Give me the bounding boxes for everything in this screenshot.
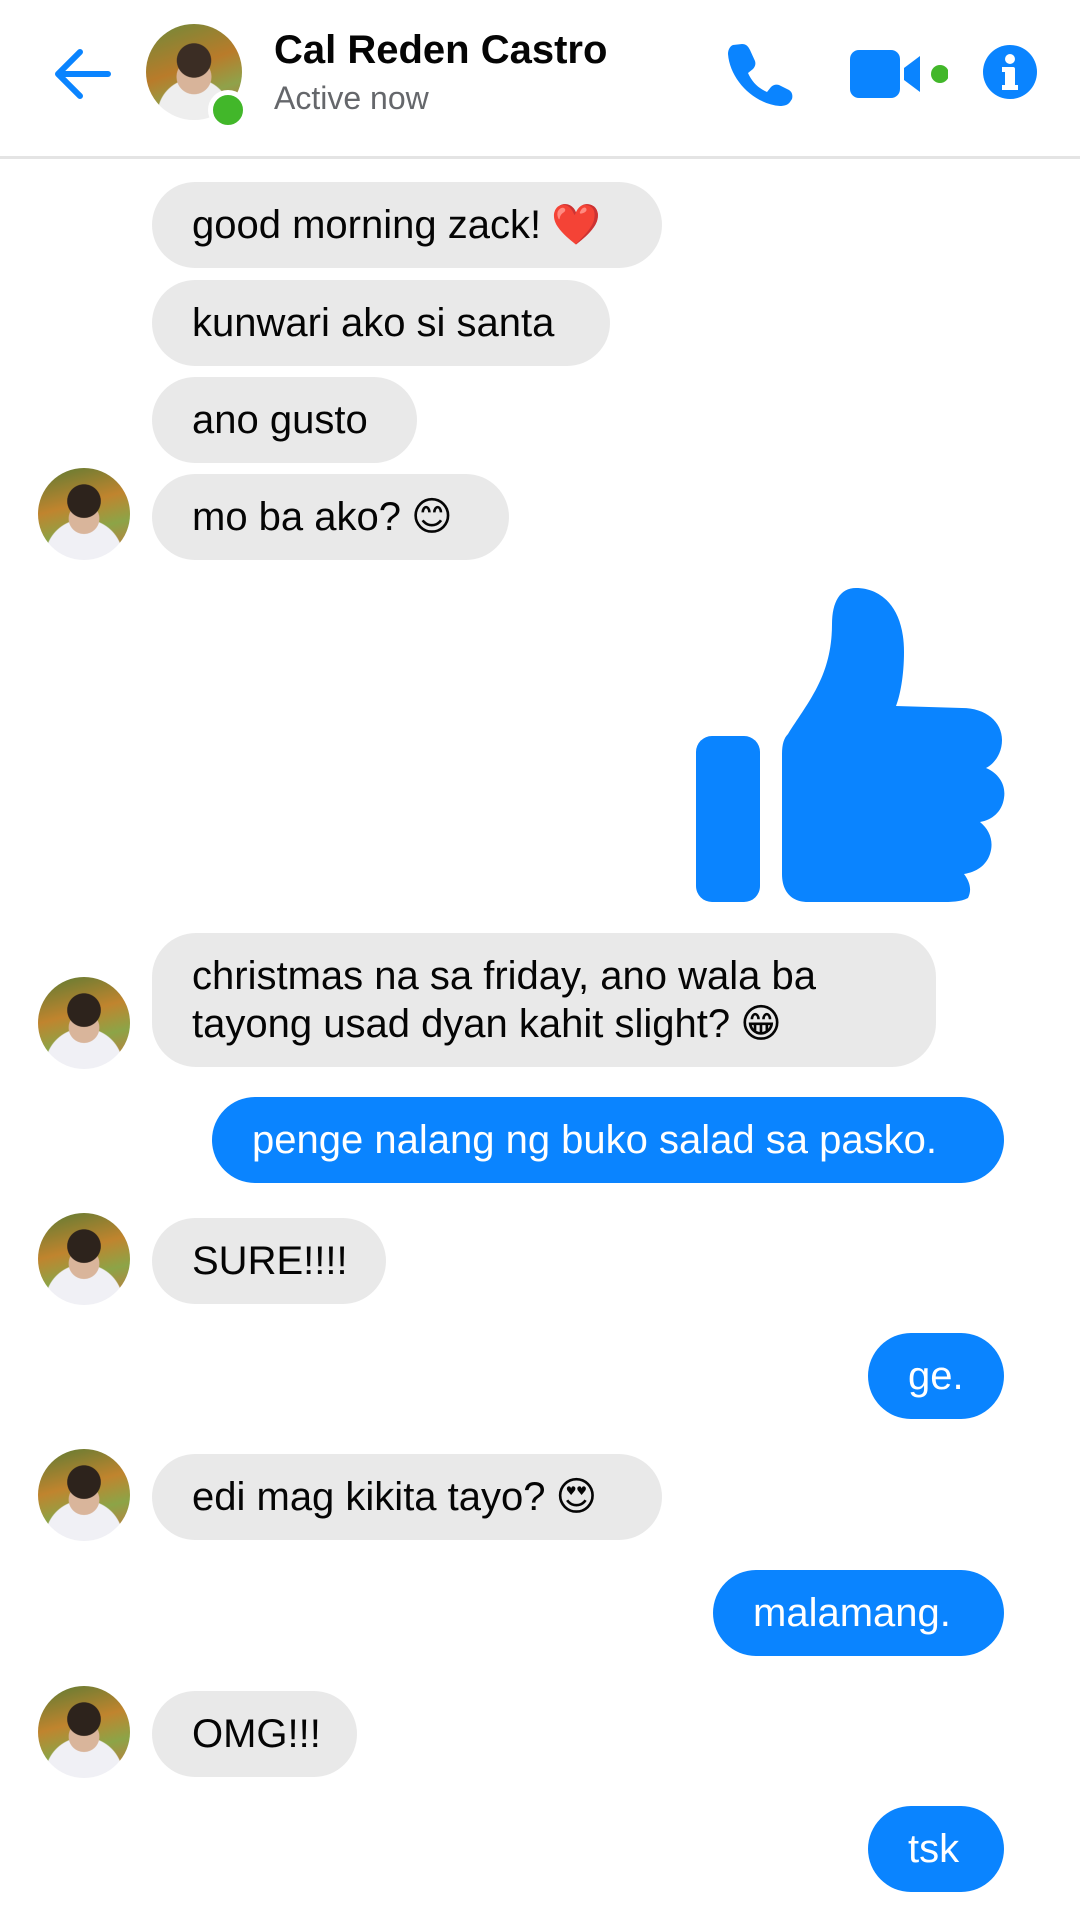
message-text-line2: tayong usad dyan kahit slight? <box>192 1002 731 1046</box>
message-bubble-incoming[interactable]: SURE!!!! <box>152 1218 386 1304</box>
message-text: ano gusto <box>192 398 368 442</box>
online-status-dot <box>208 90 248 130</box>
message-bubble-incoming[interactable]: edi mag kikita tayo? 😍 <box>152 1454 662 1540</box>
message-bubble-outgoing[interactable]: tsk <box>868 1806 1004 1892</box>
message-text: SURE!!!! <box>192 1239 348 1283</box>
info-icon[interactable] <box>982 44 1038 100</box>
conversation-header: Cal Reden Castro Active now <box>0 0 1080 159</box>
contact-status: Active now <box>274 80 429 116</box>
phone-call-icon[interactable] <box>724 38 794 108</box>
message-text: malamang. <box>753 1591 951 1635</box>
message-text: OMG!!! <box>192 1712 321 1756</box>
contact-avatar-small[interactable] <box>38 468 130 560</box>
heart-emoji-icon: ❤️ <box>551 202 601 248</box>
back-arrow-icon[interactable] <box>50 42 114 106</box>
message-text: mo ba ako? <box>192 495 402 539</box>
message-bubble-incoming[interactable]: kunwari ako si santa <box>152 280 610 366</box>
message-bubble-outgoing[interactable]: penge nalang ng buko salad sa pasko. <box>212 1097 1004 1183</box>
thumbs-up-icon[interactable] <box>690 584 1006 904</box>
heart-eyes-emoji-icon: 😍 <box>555 1474 598 1520</box>
contact-name[interactable]: Cal Reden Castro <box>274 28 607 73</box>
message-bubble-outgoing[interactable]: ge. <box>868 1333 1004 1419</box>
message-text: tsk <box>908 1827 960 1871</box>
contact-avatar-small[interactable] <box>38 1213 130 1305</box>
message-text: penge nalang ng buko salad sa pasko. <box>252 1118 937 1162</box>
message-bubble-incoming[interactable]: christmas na sa friday, ano wala ba tayo… <box>152 933 936 1067</box>
message-text: edi mag kikita tayo? <box>192 1475 546 1519</box>
video-call-icon[interactable] <box>848 44 948 104</box>
message-text: ge. <box>908 1354 964 1398</box>
grinning-emoji-icon: 😁 <box>740 1001 782 1047</box>
smiling-emoji-icon: 😊 <box>411 494 453 540</box>
message-text: christmas na sa friday, ano wala ba <box>192 954 817 998</box>
message-bubble-outgoing[interactable]: malamang. <box>713 1570 1004 1656</box>
contact-avatar-small[interactable] <box>38 1686 130 1778</box>
message-text: kunwari ako si santa <box>192 301 555 345</box>
message-text: good morning zack! <box>192 203 542 247</box>
message-bubble-incoming[interactable]: OMG!!! <box>152 1691 357 1777</box>
message-bubble-incoming[interactable]: ano gusto <box>152 377 417 463</box>
contact-avatar-small[interactable] <box>38 977 130 1069</box>
contact-avatar-small[interactable] <box>38 1449 130 1541</box>
message-bubble-incoming[interactable]: mo ba ako? 😊 <box>152 474 509 560</box>
message-bubble-incoming[interactable]: good morning zack! ❤️ <box>152 182 662 268</box>
